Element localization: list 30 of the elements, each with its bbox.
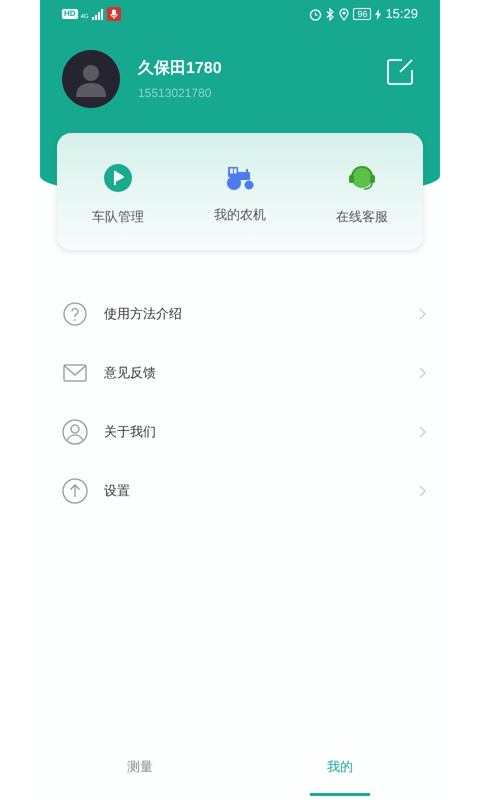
menu-item[interactable]: 意见反馈: [40, 343, 440, 402]
help-icon: [63, 302, 87, 326]
alarm-icon: [309, 8, 322, 20]
phone-number: 15513021780: [138, 84, 212, 102]
flag-icon: [103, 162, 133, 193]
user-name: 久保田1780: [138, 58, 223, 78]
user-icon: [62, 418, 88, 444]
shortcut-button[interactable]: 在线客服: [301, 156, 423, 226]
clock-time: 15:29: [385, 5, 418, 24]
shortcut-button[interactable]: 车队管理: [57, 156, 179, 226]
signal-icon: [92, 8, 104, 20]
edit-icon[interactable]: [386, 58, 414, 86]
battery-level: 96: [353, 8, 372, 20]
chevron-icon: [419, 366, 426, 378]
menu-item[interactable]: 关于我们: [40, 402, 440, 461]
bluetooth-icon: [326, 8, 336, 20]
tab[interactable]: 测量: [110, 740, 170, 796]
menu-item[interactable]: 使用方法介绍: [40, 284, 440, 343]
location-icon: [339, 8, 350, 20]
menu-item[interactable]: 设置: [40, 461, 440, 520]
chevron-icon: [419, 484, 426, 496]
mail-icon: [63, 362, 87, 382]
chevron-icon: [419, 426, 426, 438]
chevron-icon: [419, 308, 426, 320]
tractor-icon: [226, 164, 254, 191]
hd-indicator: HD: [62, 9, 78, 19]
shortcut-button[interactable]: 我的农机: [179, 158, 301, 224]
microphone-icon: [106, 7, 121, 21]
charging-icon: [375, 8, 382, 20]
avatar-icon: [62, 50, 120, 108]
